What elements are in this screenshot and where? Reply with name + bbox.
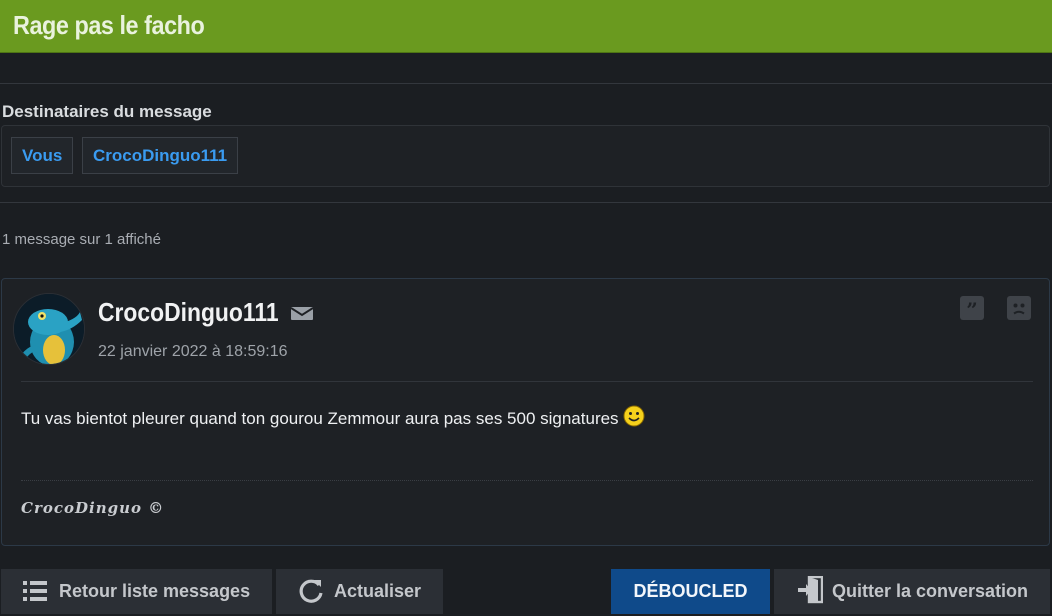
message-count: 1 message sur 1 affiché: [2, 231, 161, 248]
quote-icon[interactable]: ”: [960, 296, 984, 322]
message-text: Tu vas bientot pleurer quand ton gourou …: [21, 409, 619, 428]
message-divider: [21, 381, 1033, 382]
recipient-crocodinguo-link[interactable]: CrocoDinguo111: [82, 137, 239, 174]
conversation-title: Rage pas le facho: [13, 10, 205, 40]
report-icon[interactable]: [1007, 296, 1031, 320]
back-to-list-label: Retour liste messages: [59, 581, 251, 601]
signature: CrocoDinguo ©: [21, 499, 165, 517]
exit-icon: [798, 576, 823, 604]
author-name[interactable]: CrocoDinguo111: [98, 297, 279, 328]
message-body: Tu vas bientot pleurer quand ton gourou …: [21, 405, 645, 429]
svg-text:”: ”: [966, 298, 978, 320]
back-to-list-button[interactable]: Retour liste messages: [1, 569, 272, 614]
recipient-vous-link[interactable]: Vous: [11, 137, 74, 174]
avatar[interactable]: [13, 293, 85, 365]
recipients-list: Vous CrocoDinguo111: [1, 125, 1050, 187]
unblock-label: DÉBOUCLED: [633, 581, 748, 601]
refresh-button[interactable]: Actualiser: [276, 569, 443, 614]
refresh-label: Actualiser: [334, 581, 422, 601]
signature-divider: [21, 480, 1033, 481]
unblock-button[interactable]: DÉBOUCLED: [611, 569, 770, 614]
list-icon: [23, 581, 47, 601]
conversation-header: Rage pas le facho: [0, 0, 1052, 53]
leave-conversation-label: Quitter la conversation: [832, 581, 1029, 601]
smiley-icon: [623, 405, 645, 427]
recipients-label: Destinataires du message: [2, 102, 212, 121]
divider: [0, 83, 1052, 84]
message-date: 22 janvier 2022 à 18:59:16: [98, 343, 288, 360]
leave-conversation-button[interactable]: Quitter la conversation: [774, 569, 1050, 614]
message-card: CrocoDinguo111 22 janvier 2022 à 18:59:1…: [1, 278, 1050, 546]
divider: [0, 202, 1052, 203]
refresh-icon: [299, 579, 323, 603]
mail-icon[interactable]: [291, 305, 313, 321]
